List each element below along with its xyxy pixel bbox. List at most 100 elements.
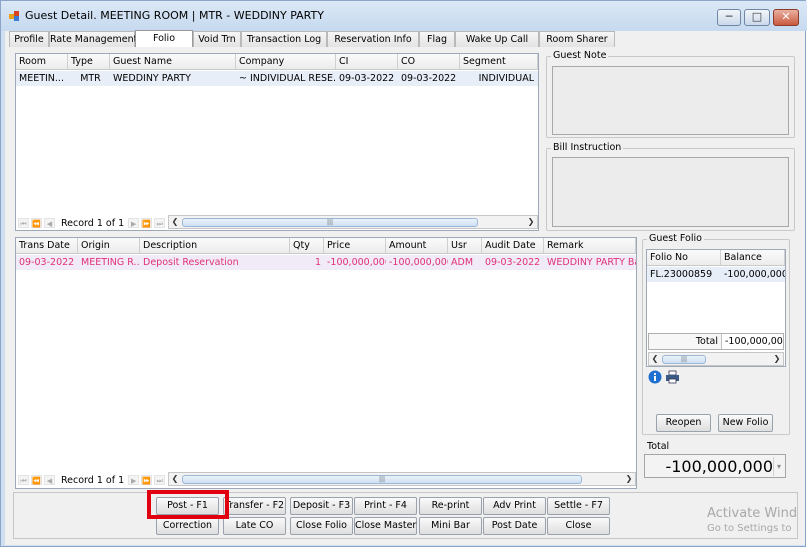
- scroll-thumb[interactable]: |||: [662, 355, 706, 364]
- column-header-amount[interactable]: Amount: [386, 238, 448, 254]
- total-label: Total: [647, 441, 670, 452]
- column-header-folio-no[interactable]: Folio No: [647, 250, 721, 266]
- highlight-box: [147, 490, 229, 519]
- next-page-icon[interactable]: ⏩: [141, 475, 153, 485]
- correction-button[interactable]: Correction: [156, 517, 219, 535]
- total-display: -100,000,000 ▾: [644, 454, 786, 478]
- column-header-audit-date[interactable]: Audit Date: [482, 238, 544, 254]
- settle-button[interactable]: Settle - F7: [547, 497, 610, 515]
- adv-print-button[interactable]: Adv Print: [483, 497, 546, 515]
- table-row[interactable]: MEETIN... MTR WEDDINY PARTY ~ INDIVIDUAL…: [16, 71, 538, 86]
- tab-void-trn[interactable]: Void Trn: [193, 31, 241, 47]
- close-window-button[interactable]: ✕: [773, 9, 799, 26]
- table-row[interactable]: FL.23000859 -100,000,000: [647, 267, 785, 282]
- watermark-line2: Go to Settings to: [707, 523, 792, 534]
- last-record-icon[interactable]: ⏭: [154, 475, 166, 485]
- prev-page-icon[interactable]: ⏪: [31, 475, 42, 485]
- reprint-button[interactable]: Re-print: [419, 497, 482, 515]
- bill-instruction-group: Bill Instruction: [546, 142, 795, 231]
- cell-balance: -100,000,000: [724, 269, 785, 280]
- first-record-icon[interactable]: ⏮: [18, 218, 29, 228]
- close-master-button[interactable]: Close Master: [354, 517, 417, 535]
- chevron-down-icon[interactable]: ▾: [773, 457, 784, 476]
- folio-hscrollbar[interactable]: ❮ ||| ❯: [648, 352, 784, 366]
- prev-record-icon[interactable]: ◀: [44, 218, 55, 228]
- room-record-navigator: ⏮ ⏪ ◀ Record 1 of 1 ▶ ⏩ ⏭: [18, 216, 167, 230]
- transfer-button[interactable]: Transfer - F2: [223, 497, 286, 515]
- cell-qty: 1: [314, 257, 321, 268]
- column-header-qty[interactable]: Qty: [290, 238, 324, 254]
- guest-note-field[interactable]: [552, 66, 789, 135]
- guest-folio-grid: Folio No Balance FL.23000859 -100,000,00…: [646, 249, 786, 367]
- column-header-usr[interactable]: Usr: [448, 238, 482, 254]
- mini-bar-button[interactable]: Mini Bar: [419, 517, 482, 535]
- tab-wake-up-call[interactable]: Wake Up Call: [455, 31, 539, 47]
- prev-record-icon[interactable]: ◀: [44, 475, 55, 485]
- column-header-ci[interactable]: CI: [336, 54, 398, 70]
- cell-remark: WEDDINY PARTY Bar: [547, 257, 636, 268]
- folio-total-value: -100,000,000: [721, 334, 783, 349]
- new-folio-button[interactable]: New Folio: [718, 414, 773, 432]
- column-header-description[interactable]: Description: [140, 238, 290, 254]
- tab-room-sharer[interactable]: Room Sharer: [539, 31, 615, 47]
- column-header-company[interactable]: Company: [236, 54, 336, 70]
- bill-instruction-label: Bill Instruction: [551, 142, 624, 153]
- column-header-co[interactable]: CO: [398, 54, 460, 70]
- tab-folio[interactable]: Folio: [135, 30, 193, 47]
- cell-segment: INDIVIDUAL: [478, 73, 534, 84]
- minimize-button[interactable]: ─: [717, 9, 741, 26]
- guest-note-group: Guest Note: [546, 50, 795, 138]
- column-header-segment[interactable]: Segment: [460, 54, 538, 70]
- column-header-price[interactable]: Price: [324, 238, 386, 254]
- transaction-grid: Trans Date Origin Description Qty Price …: [15, 237, 637, 489]
- next-record-icon[interactable]: ▶: [128, 218, 140, 228]
- column-header-guest-name[interactable]: Guest Name: [110, 54, 236, 70]
- guest-folio-label: Guest Folio: [647, 233, 704, 244]
- reopen-button[interactable]: Reopen: [656, 414, 711, 432]
- tab-rate-management[interactable]: Rate Management: [49, 31, 137, 47]
- app-icon: [9, 11, 19, 21]
- record-counter: Record 1 of 1: [61, 474, 125, 486]
- column-header-type[interactable]: Type: [68, 54, 110, 70]
- tab-reservation-info[interactable]: Reservation Info: [327, 31, 419, 47]
- scroll-left-icon[interactable]: ❮: [649, 353, 661, 365]
- first-record-icon[interactable]: ⏮: [18, 475, 29, 485]
- tab-flag[interactable]: Flag: [419, 31, 455, 47]
- scroll-right-icon[interactable]: ❯: [623, 473, 635, 485]
- late-co-button[interactable]: Late CO: [223, 517, 286, 535]
- column-header-remark[interactable]: Remark: [544, 238, 636, 254]
- cell-description: Deposit Reservation: [143, 257, 239, 268]
- column-header-origin[interactable]: Origin: [78, 238, 140, 254]
- title-bar: Guest Detail. MEETING ROOM | MTR - WEDDI…: [1, 1, 807, 31]
- tab-profile[interactable]: Profile: [9, 31, 49, 47]
- info-icon[interactable]: [648, 370, 662, 384]
- maximize-button[interactable]: □: [744, 9, 770, 26]
- scroll-right-icon[interactable]: ❯: [525, 216, 537, 228]
- room-grid-hscrollbar[interactable]: ❮ ||| ❯: [168, 215, 538, 229]
- scroll-left-icon[interactable]: ❮: [169, 473, 181, 485]
- column-header-room[interactable]: Room: [16, 54, 68, 70]
- next-record-icon[interactable]: ▶: [128, 475, 140, 485]
- next-page-icon[interactable]: ⏩: [141, 218, 153, 228]
- transaction-grid-hscrollbar[interactable]: ❮ ||| ❯: [168, 472, 636, 486]
- printer-icon[interactable]: [665, 370, 681, 384]
- last-record-icon[interactable]: ⏭: [154, 218, 166, 228]
- trans-record-navigator: ⏮ ⏪ ◀ Record 1 of 1 ▶ ⏩ ⏭: [18, 473, 167, 487]
- table-row[interactable]: 09-03-2022 MEETING R... Deposit Reservat…: [16, 255, 636, 270]
- deposit-button[interactable]: Deposit - F3: [290, 497, 353, 515]
- scroll-thumb[interactable]: |||: [182, 475, 582, 484]
- prev-page-icon[interactable]: ⏪: [31, 218, 42, 228]
- cell-price: -100,000,000: [327, 257, 386, 268]
- scroll-left-icon[interactable]: ❮: [169, 216, 181, 228]
- scroll-right-icon[interactable]: ❯: [771, 353, 783, 365]
- column-header-balance[interactable]: Balance: [721, 250, 785, 266]
- bill-instruction-field[interactable]: [552, 157, 789, 227]
- print-button[interactable]: Print - F4: [354, 497, 417, 515]
- column-header-trans-date[interactable]: Trans Date: [16, 238, 78, 254]
- cell-amount: -100,000,000: [389, 257, 448, 268]
- close-folio-button[interactable]: Close Folio: [290, 517, 353, 535]
- post-date-button[interactable]: Post Date: [483, 517, 546, 535]
- close-button[interactable]: Close: [547, 517, 610, 535]
- tab-transaction-log[interactable]: Transaction Log: [241, 31, 327, 47]
- scroll-thumb[interactable]: |||: [182, 218, 478, 227]
